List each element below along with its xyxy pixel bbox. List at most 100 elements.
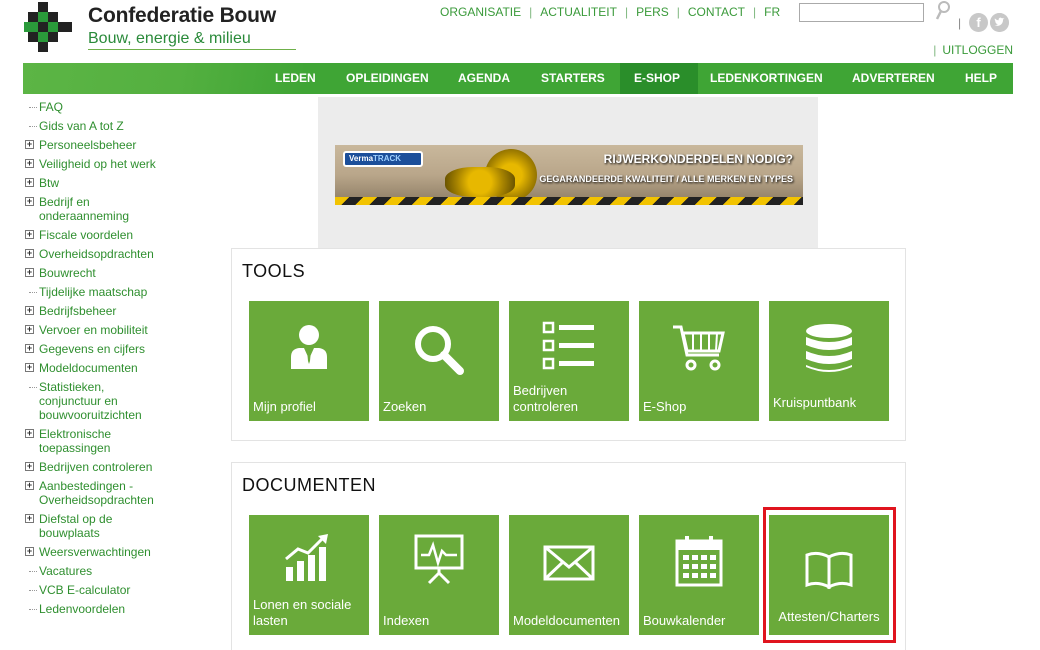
toplink-contact[interactable]: CONTACT [688, 5, 745, 19]
sidebar-item-vervoer[interactable]: + Vervoer en mobiliteit [25, 323, 185, 337]
tile-label: Modeldocumenten [513, 613, 620, 628]
top-links: ORGANISATIE | ACTUALITEIT | PERS | CONTACT | FR [440, 5, 780, 19]
expand-icon[interactable]: + [25, 197, 34, 206]
expand-icon[interactable]: + [25, 363, 34, 372]
expand-icon[interactable]: + [25, 429, 34, 438]
tile-kruispuntbank[interactable]: Kruispuntbank [769, 301, 889, 421]
sidebar-item-aanbestedingen[interactable]: + Aanbestedingen - Overheidsopdrachten [25, 479, 185, 507]
expand-icon[interactable]: + [25, 462, 34, 471]
nav-agenda[interactable]: AGENDA [444, 63, 524, 94]
sidebar-item-gids[interactable]: Gids van A tot Z [25, 119, 185, 133]
tile-bedrijven-controleren[interactable]: Bedrijven controleren [509, 301, 629, 421]
site-logo[interactable]: Confederatie Bouw Bouw, energie & milieu [24, 2, 296, 52]
nav-leden[interactable]: LEDEN [261, 63, 330, 94]
sidebar-item-bouwrecht[interactable]: + Bouwrecht [25, 266, 185, 280]
expand-icon[interactable]: + [25, 514, 34, 523]
nav-help[interactable]: HELP [951, 63, 1011, 94]
sidebar-item-label: Weersverwachtingen [39, 545, 151, 559]
expand-icon[interactable]: + [25, 140, 34, 149]
checklist-icon [542, 321, 594, 370]
documents-title: DOCUMENTEN [242, 475, 376, 495]
sidebar-item-label: Tijdelijke maatschap [39, 285, 148, 299]
sidebar-item-ledenvoordelen[interactable]: Ledenvoordelen [25, 602, 185, 616]
tile-label: Bouwkalender [643, 613, 726, 628]
tile-e-shop[interactable]: E-Shop [639, 301, 759, 421]
brand-subtitle: Bouw, energie & milieu [88, 30, 251, 47]
expand-icon[interactable]: + [25, 306, 34, 315]
separator: | [933, 43, 937, 57]
nav-starters[interactable]: STARTERS [527, 63, 619, 94]
sidebar-item-bedrijfsbeheer[interactable]: + Bedrijfsbeheer [25, 304, 185, 318]
expand-icon[interactable]: + [25, 230, 34, 239]
expand-icon[interactable]: + [25, 159, 34, 168]
expand-icon[interactable]: + [25, 481, 34, 490]
sidebar-item-veiligheid[interactable]: + Veiligheid op het werk [25, 157, 185, 171]
sidebar-item-overheidsopdrachten[interactable]: + Overheidsopdrachten [25, 247, 185, 261]
search-input[interactable] [799, 3, 924, 22]
sidebar-item-label: Bouwrecht [39, 266, 96, 280]
sidebar-item-personeelsbeheer[interactable]: + Personeelsbeheer [25, 138, 185, 152]
sidebar-item-label: Veiligheid op het werk [39, 157, 156, 171]
sidebar-item-modeldocumenten[interactable]: + Modeldocumenten [25, 361, 185, 375]
tile-modeldocumenten[interactable]: Modeldocumenten [509, 515, 629, 635]
sidebar-item-fiscale[interactable]: + Fiscale voordelen [25, 228, 185, 242]
search-icon[interactable] [934, 0, 952, 22]
sidebar-item-maatschap[interactable]: Tijdelijke maatschap [25, 285, 185, 299]
sidebar-item-btw[interactable]: + Btw [25, 176, 185, 190]
nav-adverteren[interactable]: ADVERTEREN [838, 63, 949, 94]
expand-icon[interactable]: + [25, 547, 34, 556]
ad-brand-logo: VermaTRACK [343, 151, 423, 167]
ad-tagline: GEGARANDEERDE KWALITEIT / ALLE MERKEN EN… [539, 174, 793, 184]
logout-link[interactable]: UITLOGGEN [942, 43, 1013, 57]
nav-opleidingen[interactable]: OPLEIDINGEN [332, 63, 443, 94]
sidebar-item-weersverwachtingen[interactable]: + Weersverwachtingen [25, 545, 185, 559]
magnifier-icon [415, 326, 464, 375]
top-navigation: ORGANISATIE | ACTUALITEIT | PERS | CONTACT | FR … [420, 1, 1040, 32]
tree-connector [29, 609, 37, 610]
tile-indexen[interactable]: Indexen [379, 515, 499, 635]
expand-icon[interactable]: + [25, 344, 34, 353]
sidebar-item-gegevens[interactable]: + Gegevens en cijfers [25, 342, 185, 356]
sidebar-item-bedrijf[interactable]: + Bedrijf en onderaanneming [25, 195, 185, 223]
cart-icon [673, 325, 725, 371]
tree-connector [29, 387, 37, 388]
expand-icon[interactable]: + [25, 178, 34, 187]
nav-e-shop[interactable]: E-SHOP [620, 63, 698, 94]
sidebar-item-vacatures[interactable]: Vacatures [25, 564, 185, 578]
social-links: | f [956, 13, 1016, 33]
sidebar-item-label: Elektronische toepassingen [39, 427, 112, 455]
expand-icon[interactable]: + [25, 268, 34, 277]
nav-ledenkortingen[interactable]: LEDENKORTINGEN [696, 63, 837, 94]
tree-connector [29, 107, 37, 108]
sidebar-item-diefstal[interactable]: + Diefstal op de bouwplaats [25, 512, 185, 540]
sidebar-item-label: Btw [39, 176, 60, 190]
sidebar-item-bedrijven-controleren[interactable]: + Bedrijven controleren [25, 460, 185, 474]
tile-zoeken[interactable]: Zoeken [379, 301, 499, 421]
toplink-organisatie[interactable]: ORGANISATIE [440, 5, 521, 19]
sidebar-item-label: Diefstal op de bouwplaats [39, 512, 113, 540]
advertisement-banner[interactable]: VermaTRACK RIJWERKONDERDELEN NODIG? GEGA… [335, 145, 803, 205]
expand-icon[interactable]: + [25, 325, 34, 334]
database-icon [806, 324, 852, 372]
main-navigation: LEDEN OPLEIDINGEN AGENDA STARTERS E-SHOP… [23, 63, 1013, 94]
sidebar-item-faq[interactable]: FAQ [25, 100, 185, 114]
sidebar-item-label: Statistieken, conjunctuur en bouwvooruit… [39, 380, 142, 422]
sidebar-item-statistieken[interactable]: Statistieken, conjunctuur en bouwvooruit… [25, 380, 185, 422]
tile-mijn-profiel[interactable]: Mijn profiel [249, 301, 369, 421]
sidebar-item-label: Gegevens en cijfers [39, 342, 146, 356]
toplink-pers[interactable]: PERS [636, 5, 669, 19]
facebook-icon[interactable]: f [969, 13, 988, 32]
tile-label: Indexen [383, 613, 430, 628]
twitter-icon[interactable] [990, 13, 1009, 32]
sidebar-item-ecalculator[interactable]: VCB E-calculator [25, 583, 185, 597]
ad-brand-prefix: Verma [349, 154, 374, 163]
sidebar-item-label: FAQ [39, 100, 64, 114]
sidebar-item-label: Vervoer en mobiliteit [39, 323, 148, 337]
expand-icon[interactable]: + [25, 249, 34, 258]
brand-title: Confederatie Bouw [88, 4, 276, 27]
toplink-fr[interactable]: FR [764, 5, 780, 19]
sidebar-item-elektronische[interactable]: + Elektronische toepassingen [25, 427, 185, 455]
toplink-actualiteit[interactable]: ACTUALITEIT [540, 5, 617, 19]
tile-lonen[interactable]: Lonen en sociale lasten [249, 515, 369, 635]
tile-bouwkalender[interactable]: Bouwkalender [639, 515, 759, 635]
